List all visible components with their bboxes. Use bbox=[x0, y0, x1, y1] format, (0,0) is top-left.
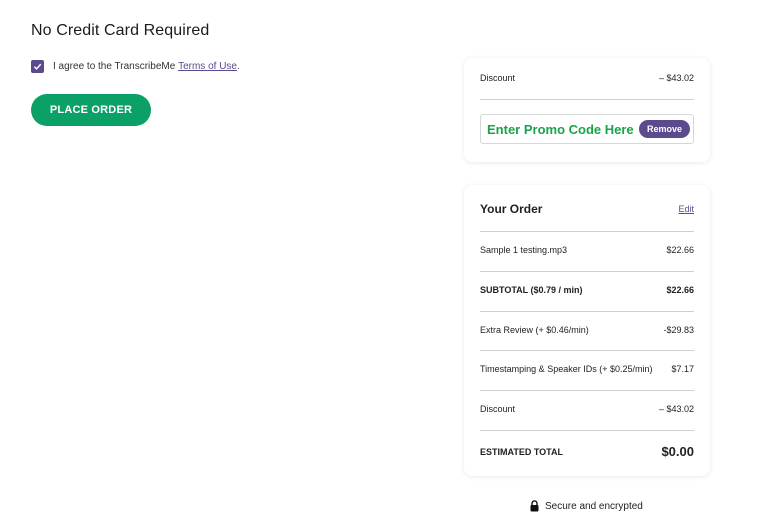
remove-promo-button[interactable]: Remove bbox=[638, 120, 690, 138]
divider bbox=[480, 350, 694, 351]
edit-order-link[interactable]: Edit bbox=[678, 204, 694, 214]
line-label: Sample 1 testing.mp3 bbox=[480, 245, 568, 255]
order-header: Your Order Edit bbox=[480, 202, 694, 216]
terms-checkbox[interactable] bbox=[31, 60, 44, 73]
terms-of-use-link[interactable]: Terms of Use bbox=[178, 61, 237, 72]
promo-code-field[interactable]: Enter Promo Code Here Remove bbox=[480, 114, 694, 144]
divider bbox=[480, 99, 694, 100]
place-order-button[interactable]: PLACE ORDER bbox=[31, 94, 151, 126]
total-value: $0.00 bbox=[661, 444, 694, 459]
promo-card: Discount – $43.02 Enter Promo Code Here … bbox=[464, 58, 710, 162]
discount-row: Discount – $43.02 bbox=[480, 73, 694, 83]
order-title: Your Order bbox=[480, 202, 543, 216]
checkmark-icon bbox=[33, 63, 42, 70]
secure-text: Secure and encrypted bbox=[545, 500, 643, 512]
estimated-total-row: ESTIMATED TOTAL $0.00 bbox=[480, 444, 694, 459]
page-heading: No Credit Card Required bbox=[31, 22, 210, 39]
discount-value: – $43.02 bbox=[658, 73, 694, 83]
lock-icon bbox=[530, 500, 539, 512]
line-value: $7.17 bbox=[671, 364, 694, 374]
total-label: ESTIMATED TOTAL bbox=[480, 446, 563, 457]
divider bbox=[480, 390, 694, 391]
order-summary-card: Your Order Edit Sample 1 testing.mp3 $22… bbox=[464, 185, 710, 476]
discount-label: Discount bbox=[480, 73, 516, 83]
divider bbox=[480, 231, 694, 232]
divider bbox=[480, 271, 694, 272]
line-value: -$29.83 bbox=[663, 325, 694, 335]
order-line-timestamping: Timestamping & Speaker IDs (+ $0.25/min)… bbox=[480, 364, 694, 374]
order-line-extra-review: Extra Review (+ $0.46/min) -$29.83 bbox=[480, 325, 694, 335]
line-label: Discount bbox=[480, 404, 516, 414]
order-line-file: Sample 1 testing.mp3 $22.66 bbox=[480, 245, 694, 255]
subtotal-value: $22.66 bbox=[666, 285, 694, 295]
terms-suffix: . bbox=[236, 61, 240, 72]
line-label: Extra Review (+ $0.46/min) bbox=[480, 325, 589, 335]
order-line-subtotal: SUBTOTAL ($0.79 / min) $22.66 bbox=[480, 285, 694, 295]
promo-code-text: Enter Promo Code Here bbox=[487, 121, 634, 137]
line-label: Timestamping & Speaker IDs (+ $0.25/min) bbox=[480, 364, 653, 374]
order-line-discount: Discount – $43.02 bbox=[480, 404, 694, 414]
divider bbox=[480, 311, 694, 312]
terms-agreement: I agree to the TranscribeMe Terms of Use… bbox=[31, 60, 240, 73]
line-value: $22.66 bbox=[666, 245, 694, 255]
subtotal-label: SUBTOTAL ($0.79 / min) bbox=[480, 285, 583, 295]
terms-text: I agree to the TranscribeMe bbox=[53, 61, 179, 72]
line-value: – $43.02 bbox=[658, 404, 694, 414]
divider bbox=[480, 430, 694, 431]
secure-notice: Secure and encrypted bbox=[530, 500, 643, 512]
